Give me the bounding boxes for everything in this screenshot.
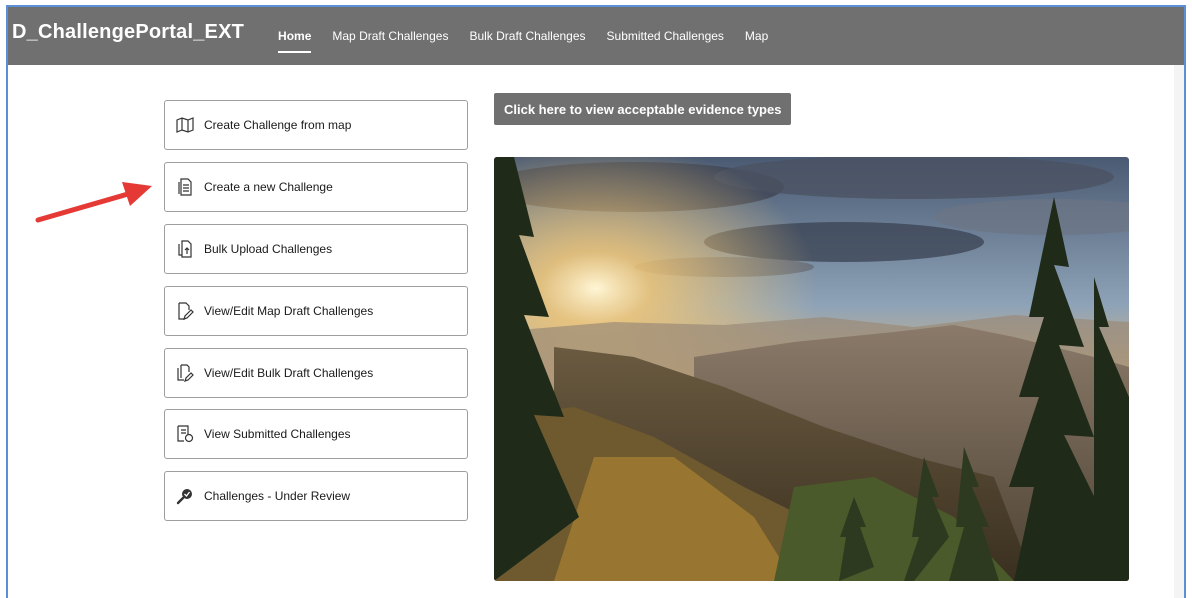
bulk-upload-icon — [175, 239, 195, 259]
view-edit-map-draft-button[interactable]: View/Edit Map Draft Challenges — [164, 286, 468, 336]
nav-map-draft-challenges[interactable]: Map Draft Challenges — [332, 25, 448, 47]
view-submitted-challenges-button[interactable]: View Submitted Challenges — [164, 409, 468, 459]
button-label: View/Edit Map Draft Challenges — [204, 304, 374, 318]
edit-documents-icon — [175, 363, 195, 383]
create-challenge-from-map-button[interactable]: Create Challenge from map — [164, 100, 468, 150]
nav-submitted-challenges[interactable]: Submitted Challenges — [607, 25, 724, 47]
bulk-upload-challenges-button[interactable]: Bulk Upload Challenges — [164, 224, 468, 274]
button-label: View/Edit Bulk Draft Challenges — [204, 366, 374, 380]
button-label: Bulk Upload Challenges — [204, 242, 333, 256]
view-evidence-types-button[interactable]: Click here to view acceptable evidence t… — [494, 93, 792, 125]
submitted-document-icon — [175, 424, 195, 444]
document-icon — [175, 177, 195, 197]
challenges-under-review-button[interactable]: Challenges - Under Review — [164, 471, 468, 521]
landscape-photo — [494, 157, 1129, 581]
annotation-arrow-icon — [35, 182, 152, 223]
nav-home[interactable]: Home — [278, 25, 312, 53]
map-icon — [175, 115, 195, 135]
nav-map[interactable]: Map — [745, 25, 768, 47]
top-navbar: D_ChallengePortal_EXT Home Map Draft Cha… — [8, 7, 1184, 65]
nav-bulk-draft-challenges[interactable]: Bulk Draft Challenges — [469, 25, 585, 47]
button-label: Create Challenge from map — [204, 118, 352, 132]
app-window: D_ChallengePortal_EXT Home Map Draft Cha… — [6, 5, 1186, 598]
edit-document-icon — [175, 301, 195, 321]
view-edit-bulk-draft-button[interactable]: View/Edit Bulk Draft Challenges — [164, 348, 468, 398]
create-new-challenge-button[interactable]: Create a new Challenge — [164, 162, 468, 212]
app-title: D_ChallengePortal_EXT — [12, 20, 245, 43]
scrollbar[interactable] — [1174, 65, 1184, 598]
button-label: View Submitted Challenges — [204, 427, 351, 441]
review-magnifier-icon — [175, 486, 195, 506]
button-label: Create a new Challenge — [204, 180, 333, 194]
button-label: Challenges - Under Review — [204, 489, 351, 503]
